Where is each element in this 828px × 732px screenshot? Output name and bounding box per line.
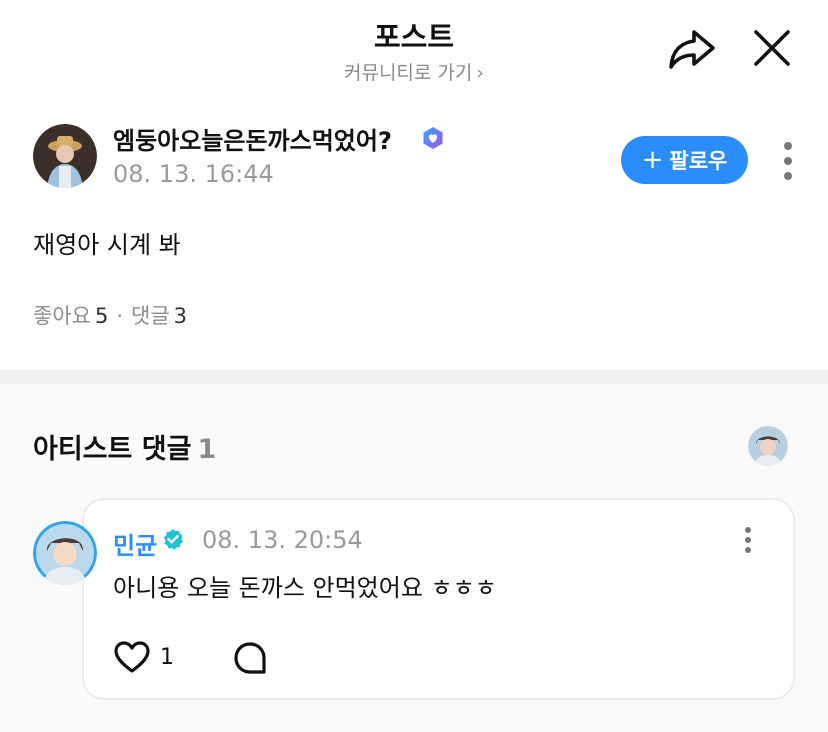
artist-comments-label: 아티스트 댓글 [33, 434, 192, 465]
author-avatar-image [33, 124, 97, 188]
header: 포스트 커뮤니티로 가기 › [0, 0, 828, 100]
comment-text: 아니용 오늘 돈까스 안먹었어요 ㅎㅎㅎ [113, 574, 497, 602]
share-icon[interactable] [666, 26, 718, 72]
artist-comments-count: 1 [197, 434, 217, 465]
section-divider [0, 370, 828, 384]
commenter-name[interactable]: 민균 [113, 526, 157, 561]
author-avatar[interactable] [33, 124, 97, 188]
author-name[interactable]: 엠둥아오늘은돈까스먹었어? [113, 121, 392, 156]
follow-label: 팔로우 [669, 149, 728, 173]
reply-bubble-icon[interactable] [232, 640, 268, 676]
likes-count: 5 [94, 304, 109, 328]
close-icon[interactable] [750, 26, 794, 70]
comments-count[interactable]: 3 [174, 304, 187, 328]
artist-thumbnail-image [748, 426, 788, 466]
member-badge-icon [423, 127, 443, 149]
plus-icon: + [641, 145, 664, 175]
community-link-label[interactable]: 커뮤니티로 가기 [344, 62, 472, 84]
more-vertical-icon[interactable] [780, 140, 796, 182]
verified-check-icon [163, 529, 183, 550]
post-page: 포스트 커뮤니티로 가기 › 엠둥아오늘은돈까스먹었어? 08. 13. 16:… [0, 0, 828, 732]
artist-comments-title: 아티스트 댓글 1 [33, 427, 216, 466]
commenter-avatar-image [33, 521, 97, 585]
comment-more-icon[interactable] [741, 526, 755, 554]
heart-icon[interactable] [113, 640, 151, 674]
artist-thumbnail-avatar[interactable] [748, 426, 788, 466]
post-timestamp: 08. 13. 16:44 [113, 160, 274, 188]
commenter-avatar[interactable] [33, 521, 97, 585]
comment-like-count: 1 [160, 645, 174, 670]
likes-label: 좋아요 [33, 304, 91, 328]
stats-separator: · [116, 304, 124, 328]
chevron-right-icon: › [476, 62, 484, 84]
follow-button[interactable]: + 팔로우 [621, 136, 748, 184]
post-stats: 좋아요 5 · 댓글 3 [33, 300, 187, 330]
comment-timestamp: 08. 13. 20:54 [202, 526, 363, 554]
post-body: 재영아 시계 봐 [33, 231, 181, 259]
comments-label[interactable]: 댓글 [131, 304, 170, 328]
